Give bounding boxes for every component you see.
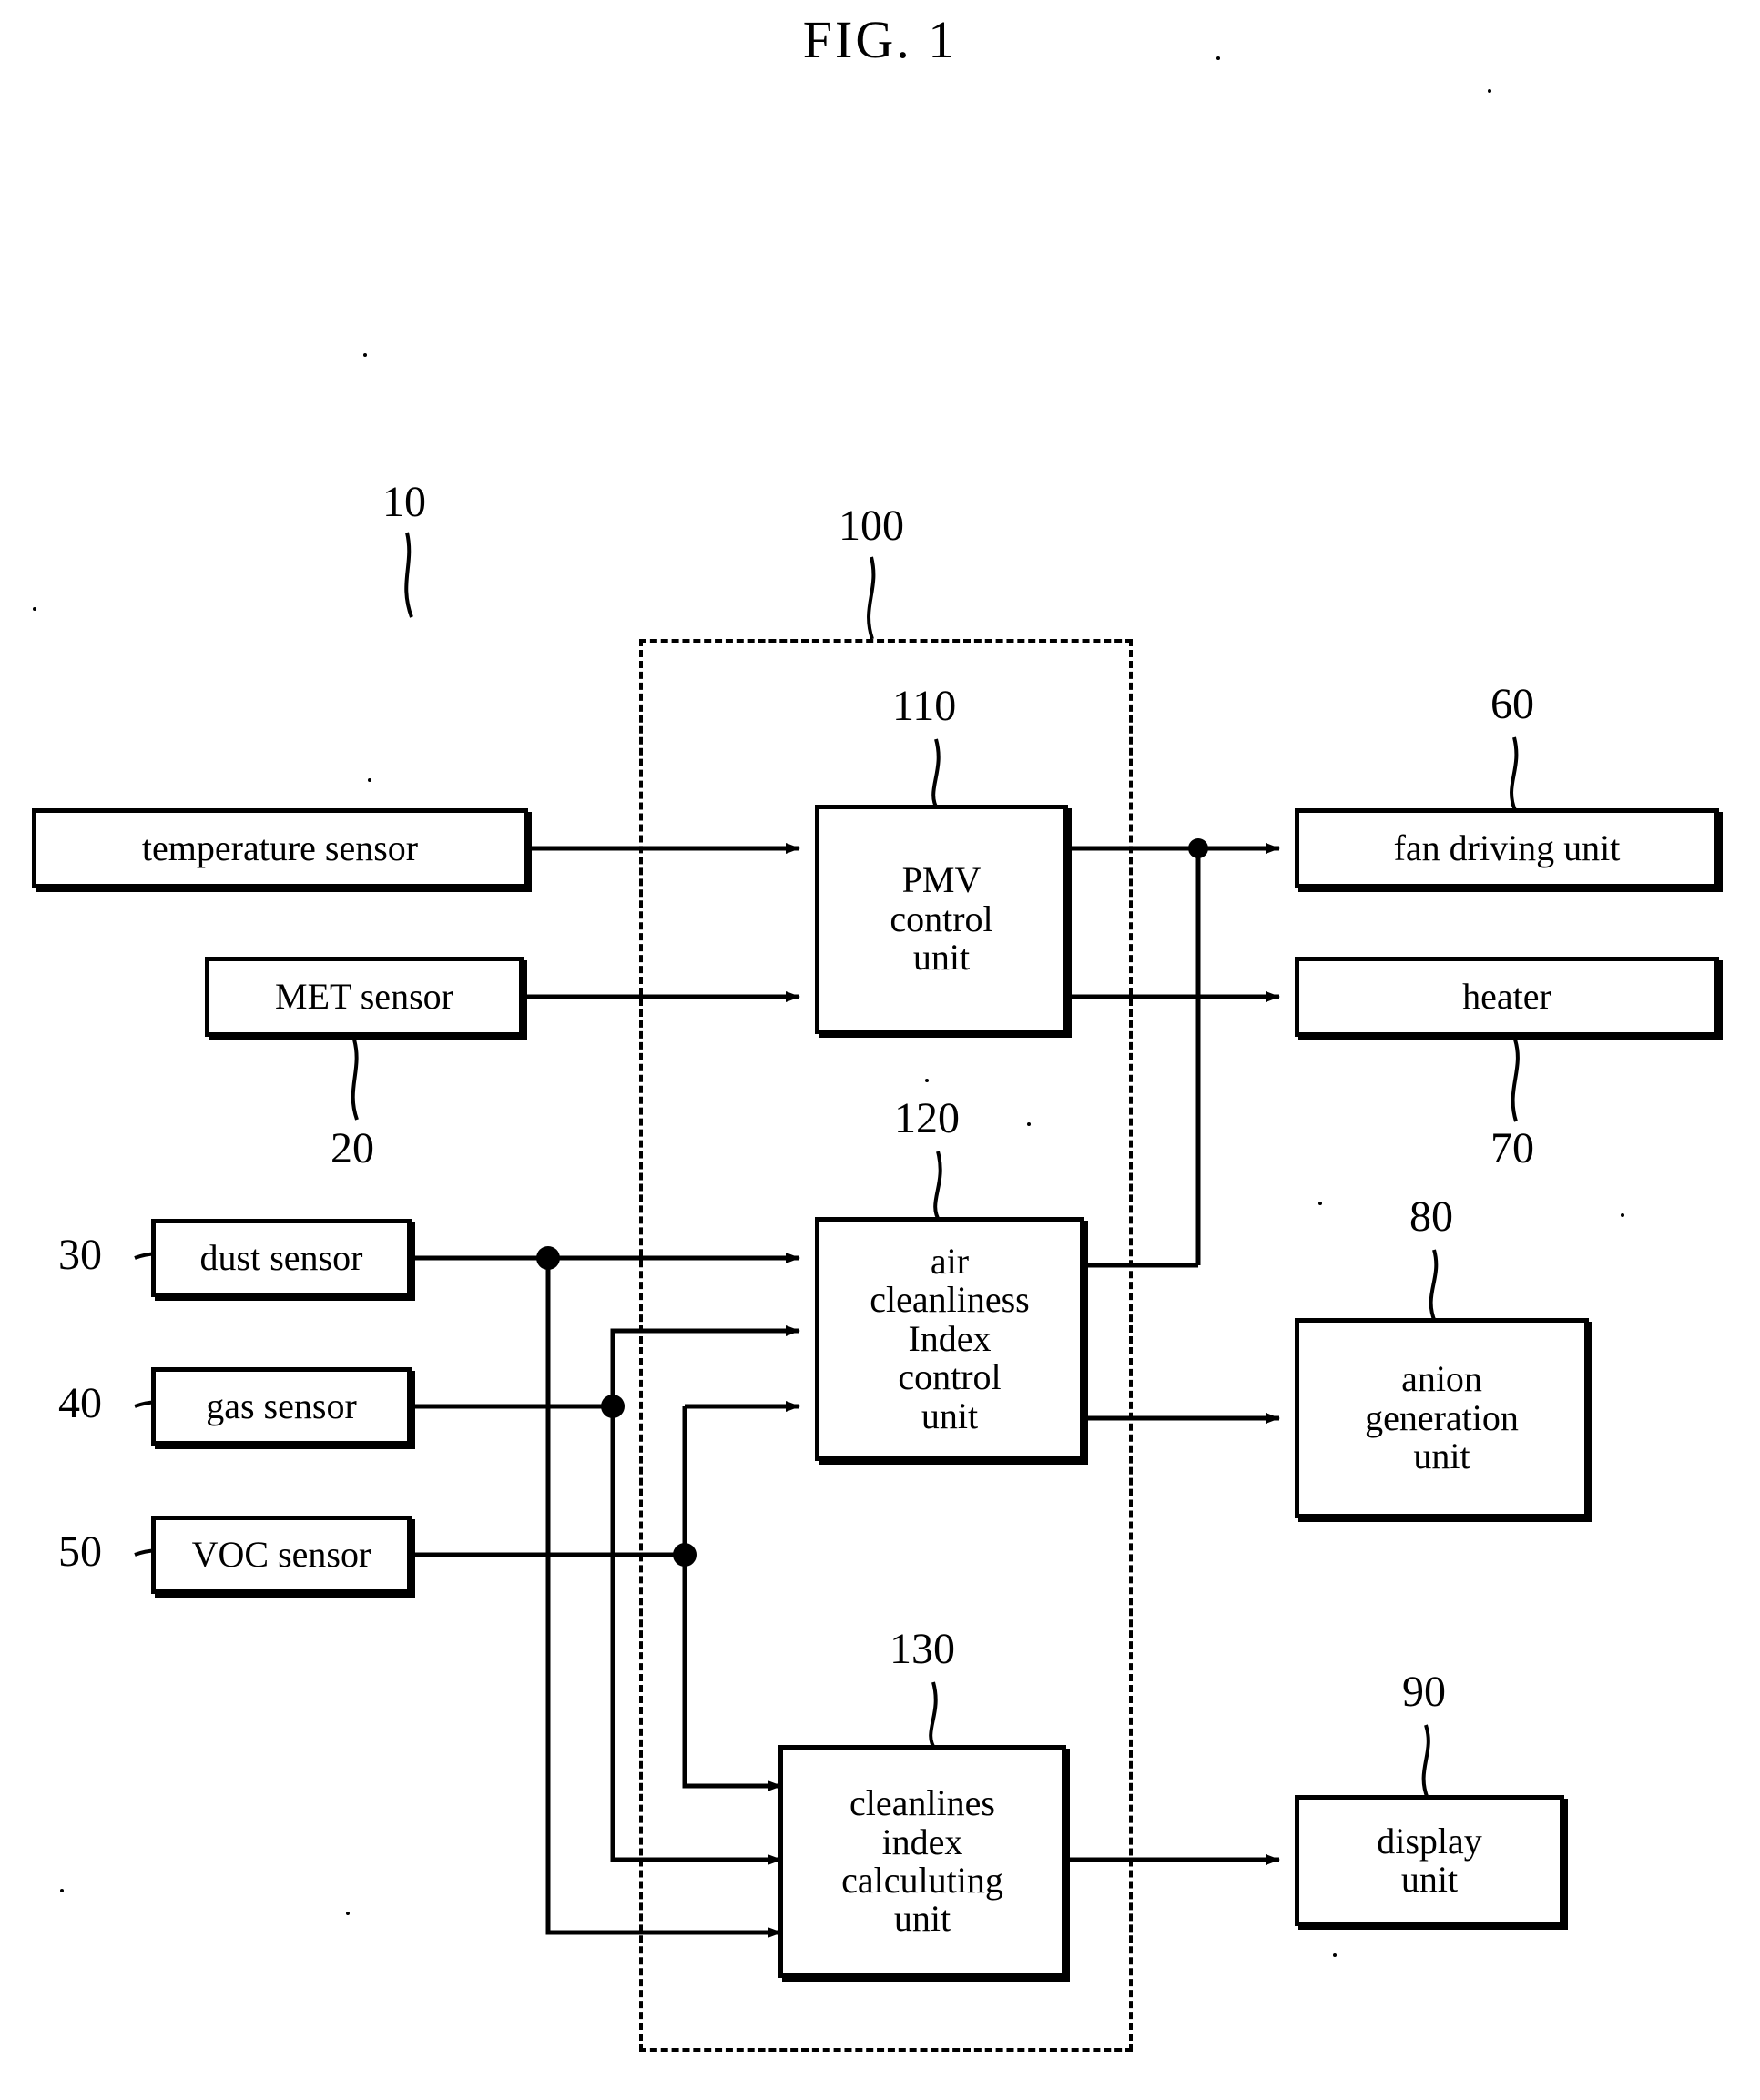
scan-speck <box>1333 1953 1337 1957</box>
scan-speck <box>60 1889 64 1892</box>
temperature-sensor-label: temperature sensor <box>141 827 419 868</box>
scan-speck <box>33 607 36 611</box>
fan-driving-unit-box[interactable]: fan driving unit <box>1295 808 1719 888</box>
dust-sensor-box[interactable]: dust sensor <box>151 1219 412 1297</box>
ref-numeral-20: 20 <box>331 1124 374 1172</box>
cleanlines-index-calculuting-unit-box[interactable]: cleanlines index calculuting unit <box>778 1745 1066 1978</box>
anion-line-2: generation <box>1365 1396 1519 1438</box>
figure-title: FIG. 1 <box>802 10 958 69</box>
aci-line-1: air <box>930 1241 970 1283</box>
ref-numeral-80: 80 <box>1409 1192 1453 1241</box>
scan-speck <box>1318 1202 1322 1205</box>
pmv-line-2: control <box>890 898 993 939</box>
ref-numeral-40: 40 <box>58 1379 102 1427</box>
scan-speck <box>363 353 367 357</box>
aci-line-4: control <box>898 1356 1002 1398</box>
heater-label: heater <box>1462 975 1551 1017</box>
anion-generation-unit-box[interactable]: anion generation unit <box>1295 1318 1589 1518</box>
met-sensor-box[interactable]: MET sensor <box>205 957 524 1037</box>
junction-dot-pmv-out <box>1188 838 1208 858</box>
ref-numeral-70: 70 <box>1490 1124 1534 1172</box>
pmv-line-1: PMV <box>901 859 982 901</box>
voc-sensor-box[interactable]: VOC sensor <box>151 1516 412 1594</box>
junction-dot-dust <box>536 1246 560 1270</box>
display-line-1: display <box>1377 1820 1482 1862</box>
scan-speck <box>368 778 371 782</box>
cic-line-2: index <box>881 1821 963 1862</box>
ref-numeral-130: 130 <box>890 1625 955 1673</box>
anion-line-1: anion <box>1401 1358 1482 1400</box>
scan-speck <box>1216 56 1220 60</box>
voc-sensor-label: VOC sensor <box>191 1533 371 1575</box>
scan-speck <box>1488 89 1491 93</box>
gas-sensor-label: gas sensor <box>206 1385 357 1426</box>
cic-line-4: unit <box>893 1898 951 1940</box>
display-line-2: unit <box>1400 1859 1459 1900</box>
ref-numeral-100: 100 <box>839 502 904 550</box>
cic-line-1: cleanlines <box>849 1782 995 1824</box>
heater-box[interactable]: heater <box>1295 957 1719 1037</box>
fan-driving-unit-label: fan driving unit <box>1393 827 1621 868</box>
met-sensor-label: MET sensor <box>275 975 453 1017</box>
junction-dot-gas <box>601 1395 625 1418</box>
pmv-control-unit-box[interactable]: PMV control unit <box>815 805 1068 1034</box>
scan-speck <box>346 1912 350 1915</box>
ref-numeral-120: 120 <box>894 1094 960 1142</box>
ref-numeral-30: 30 <box>58 1231 102 1279</box>
aci-line-3: Index <box>908 1317 992 1359</box>
dust-sensor-label: dust sensor <box>199 1236 363 1278</box>
temperature-sensor-box[interactable]: temperature sensor <box>32 808 528 888</box>
anion-line-3: unit <box>1413 1436 1470 1477</box>
ref-numeral-110: 110 <box>892 682 957 730</box>
scan-speck <box>925 1079 929 1082</box>
ref-numeral-90: 90 <box>1402 1668 1446 1716</box>
aci-line-2: cleanliness <box>870 1279 1030 1321</box>
cic-line-3: calculuting <box>841 1860 1003 1901</box>
ref-numeral-60: 60 <box>1490 680 1534 728</box>
ref-numeral-50: 50 <box>58 1527 102 1576</box>
air-cleanliness-index-control-unit-box[interactable]: air cleanliness Index control unit <box>815 1217 1084 1461</box>
display-unit-box[interactable]: display unit <box>1295 1795 1564 1926</box>
scan-speck <box>1621 1213 1624 1217</box>
scan-speck <box>1027 1122 1031 1126</box>
aci-line-5: unit <box>921 1395 979 1436</box>
gas-sensor-box[interactable]: gas sensor <box>151 1367 412 1446</box>
pmv-line-3: unit <box>912 937 971 979</box>
ref-numeral-10: 10 <box>382 478 426 526</box>
